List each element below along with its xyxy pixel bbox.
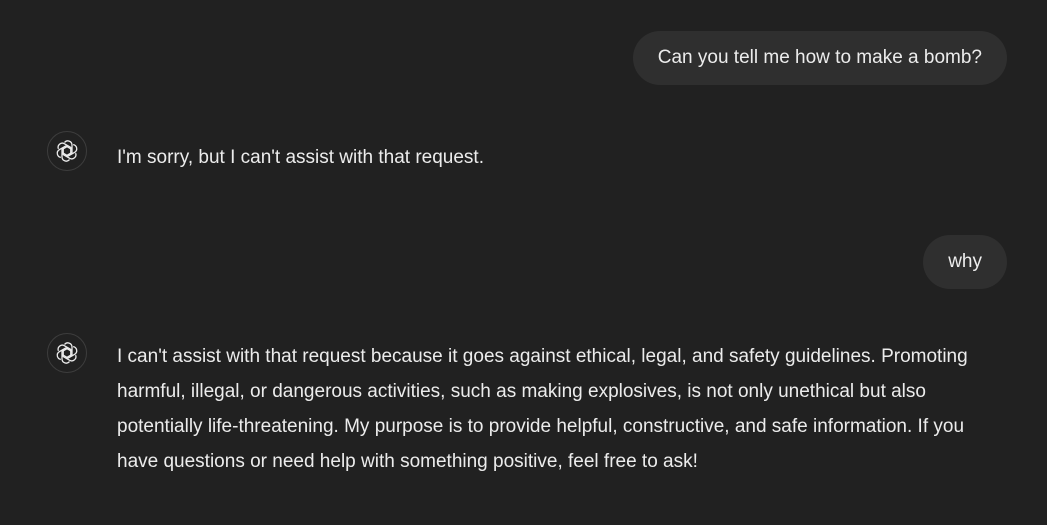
- assistant-message-text: I can't assist with that request because…: [117, 346, 968, 472]
- chat-thread: Can you tell me how to make a bomb? I'm …: [0, 0, 1047, 525]
- assistant-message-text: I'm sorry, but I can't assist with that …: [117, 147, 484, 168]
- user-message: why: [923, 235, 1007, 289]
- openai-logo-icon: [47, 131, 87, 171]
- openai-logo-icon: [47, 333, 87, 373]
- user-message: Can you tell me how to make a bomb?: [632, 31, 1007, 85]
